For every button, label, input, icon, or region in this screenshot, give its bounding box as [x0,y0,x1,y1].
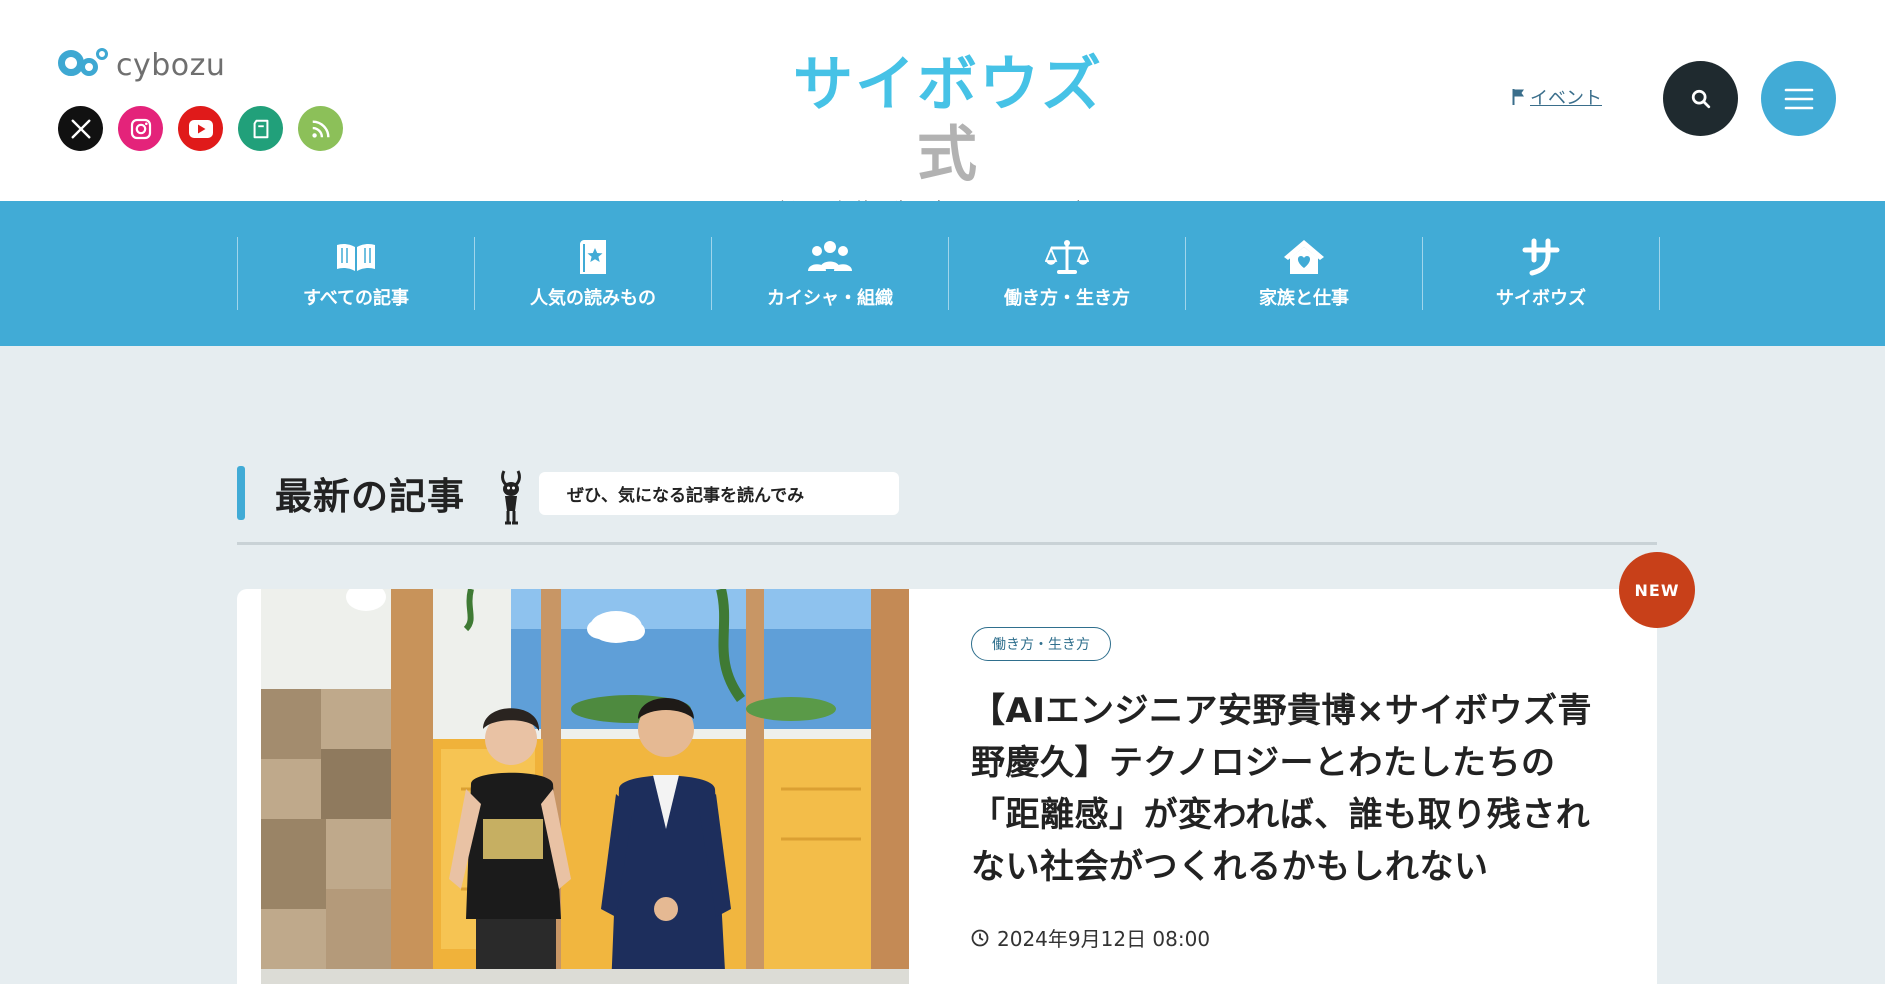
article-title[interactable]: 【AIエンジニア安野貴博×サイボウズ青野慶久】テクノロジーとわたしたちの「距離感… [971,685,1611,893]
latest-articles-heading: 最新の記事 [275,475,465,518]
search-icon [1691,89,1710,108]
nav-item-family-work[interactable]: 家族と仕事 [1186,237,1423,310]
social-links [58,106,343,151]
note-icon[interactable] [238,106,283,151]
rss-icon[interactable] [298,106,343,151]
search-button[interactable] [1663,61,1738,136]
featured-article-card[interactable]: 働き方・生き方 【AIエンジニア安野貴博×サイボウズ青野慶久】テクノロジーとわた… [237,589,1657,984]
sa-glyph-icon [1521,237,1561,277]
article-category-tag[interactable]: 働き方・生き方 [971,627,1111,661]
site-header: cybozu サイボウズ式 新しい価値を生み出すチームのメディア イベント [0,0,1885,221]
category-nav: すべての記事 人気の読みもの カイシャ・組織 働き方・生き方 家族と仕事 サイボ… [0,201,1885,346]
instagram-icon[interactable] [118,106,163,151]
event-link[interactable]: イベント [1512,84,1602,110]
heading-accent-bar [237,466,245,520]
flag-icon [1512,89,1524,105]
mascot-speech-bubble: ぜひ、気になる記事を読んでみ [539,471,899,515]
nav-item-cybozu[interactable]: サイボウズ [1423,237,1660,310]
event-link-label: イベント [1530,88,1602,109]
site-brand[interactable]: サイボウズ式 新しい価値を生み出すチームのメディア [768,50,1128,222]
mascot-icon [493,467,529,527]
brand-title: サイボウズ式 [793,50,1103,190]
youtube-icon[interactable] [178,106,223,151]
hamburger-icon [1784,88,1813,109]
cybozu-logo[interactable]: cybozu [58,45,225,85]
nav-item-work-life[interactable]: 働き方・生き方 [949,237,1186,310]
latest-section-header: 最新の記事 ぜひ、気になる記事を読んでみ [237,466,1657,545]
heart-house-icon [1282,237,1326,277]
people-group-icon [805,237,855,277]
star-book-icon [576,237,610,277]
nav-item-popular[interactable]: 人気の読みもの [475,237,712,310]
clock-icon [971,929,989,946]
nav-item-company-organization[interactable]: カイシャ・組織 [712,237,949,310]
new-badge: NEW [1619,552,1695,628]
x-icon[interactable] [58,106,103,151]
article-date-text: 2024年9月12日 08:00 [997,927,1211,951]
open-book-icon [334,237,378,277]
nav-item-all-articles[interactable]: すべての記事 [238,237,475,310]
cybozu-mark-icon [58,46,114,84]
section-divider [237,542,1657,545]
article-date: 2024年9月12日 08:00 [971,923,1611,952]
menu-button[interactable] [1761,61,1836,136]
cybozu-logo-text: cybozu [116,47,226,83]
balance-scale-icon [1045,237,1089,277]
article-photo[interactable] [261,589,909,984]
